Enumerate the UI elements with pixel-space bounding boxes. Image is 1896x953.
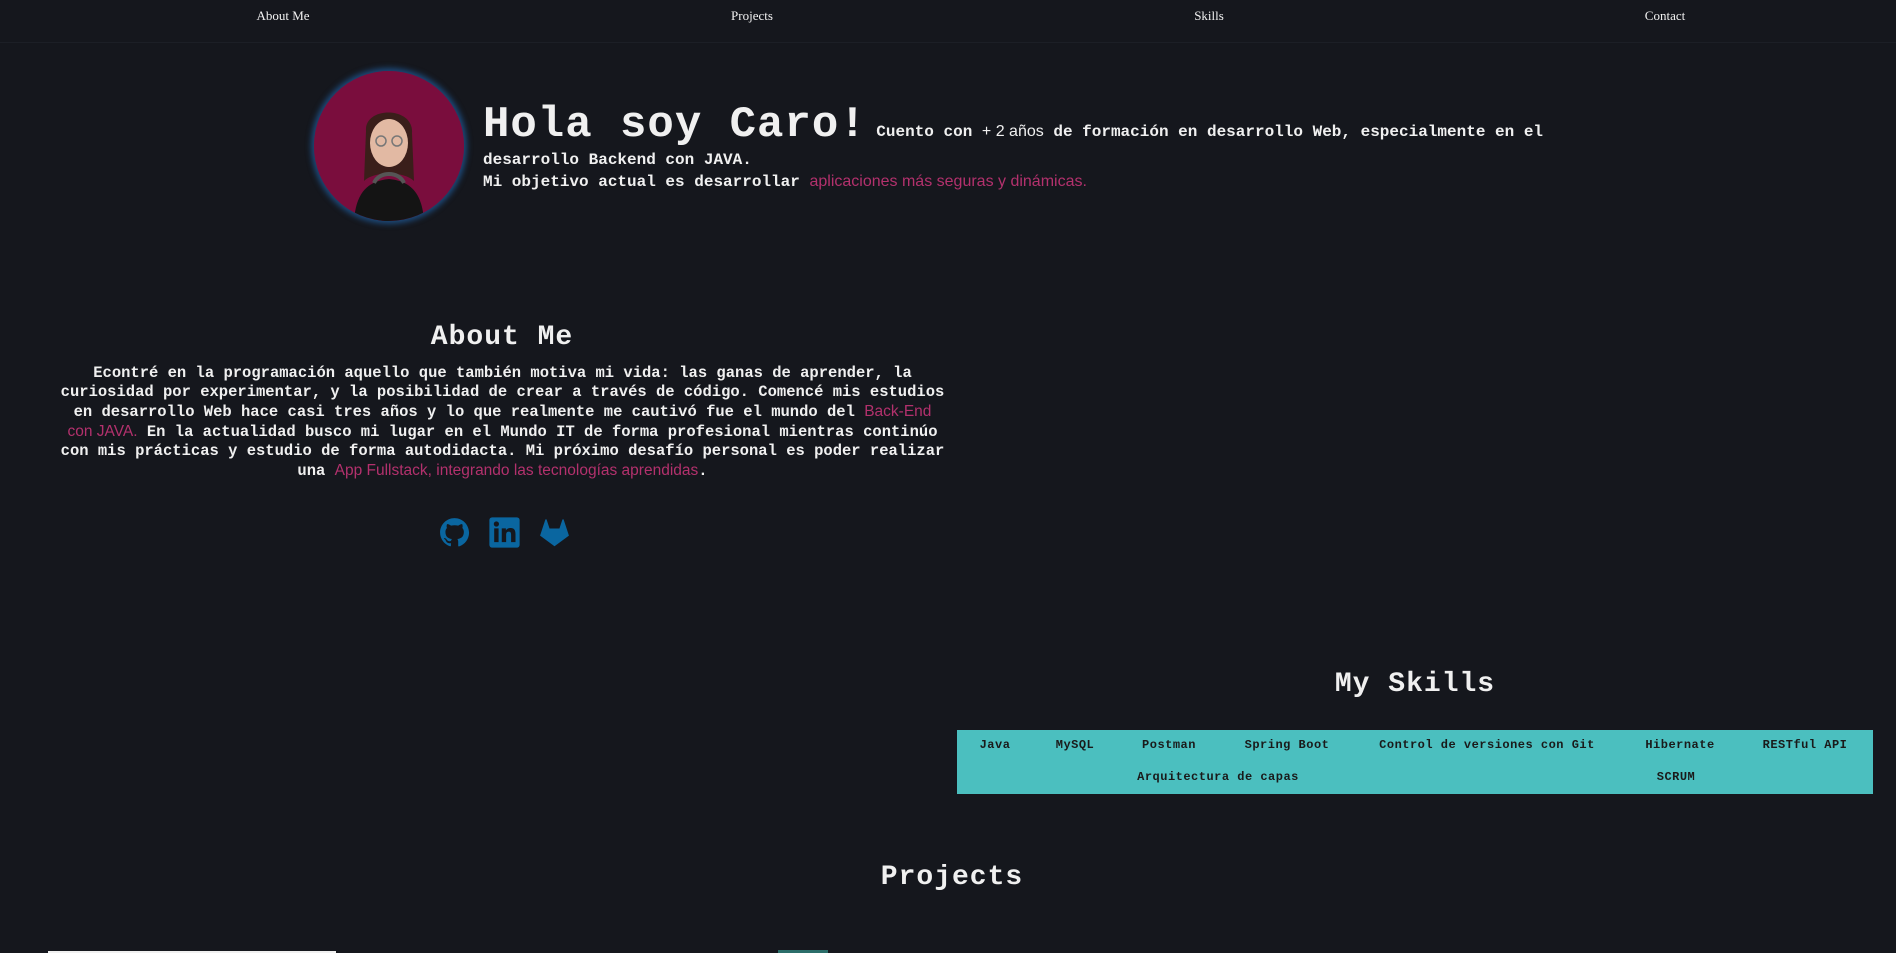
nav-link-contact[interactable]: Contact (1645, 8, 1685, 24)
about-text: Econtré en la programación aquello que t… (60, 364, 945, 481)
hero-intro: Hola soy Caro! Cuento con + 2 años de fo… (483, 100, 1593, 193)
skill-tag-scrum: SCRUM (1656, 770, 1696, 784)
skill-tag-restful-api: RESTful API (1762, 738, 1848, 752)
skill-tag-postman: Postman (1142, 738, 1196, 752)
about-fullstack-highlight: App Fullstack, integrando las tecnología… (334, 462, 699, 479)
nav-link-projects[interactable]: Projects (731, 8, 773, 24)
avatar (314, 71, 464, 221)
hero-title: Hola soy Caro! (483, 100, 867, 150)
hero-goal-highlight: aplicaciones más seguras y dinámicas. (809, 173, 1087, 190)
skill-tag-spring-boot: Spring Boot (1244, 738, 1330, 752)
gitlab-icon[interactable] (538, 516, 571, 549)
skills-title: My Skills (1334, 669, 1496, 700)
skills-list: Java MySQL Postman Spring Boot Control d… (957, 730, 1873, 794)
skill-tag-git: Control de versiones con Git (1379, 738, 1595, 752)
hero-line2-start: Mi objetivo actual es desarrollar (483, 173, 800, 191)
social-links (438, 516, 571, 549)
about-text-end: . (698, 462, 708, 480)
hero-line1-start: Cuento con (876, 123, 973, 141)
skill-tag-hibernate: Hibernate (1645, 738, 1715, 752)
profile-photo (314, 71, 464, 221)
linkedin-icon[interactable] (488, 516, 521, 549)
hero-years-highlight: + 2 años (981, 123, 1044, 140)
skill-tag-arquitectura: Arquitectura de capas (1137, 770, 1299, 784)
github-icon[interactable] (438, 516, 471, 549)
nav-link-about-me[interactable]: About Me (256, 8, 309, 24)
about-title: About Me (430, 322, 574, 353)
skill-tag-mysql: MySQL (1055, 738, 1095, 752)
projects-title: Projects (880, 862, 1024, 893)
top-nav: About Me Projects Skills Contact (0, 0, 1896, 43)
about-text-part-1: Econtré en la programación aquello que t… (60, 364, 945, 421)
nav-link-skills[interactable]: Skills (1194, 8, 1224, 24)
skill-tag-java: Java (979, 738, 1011, 752)
